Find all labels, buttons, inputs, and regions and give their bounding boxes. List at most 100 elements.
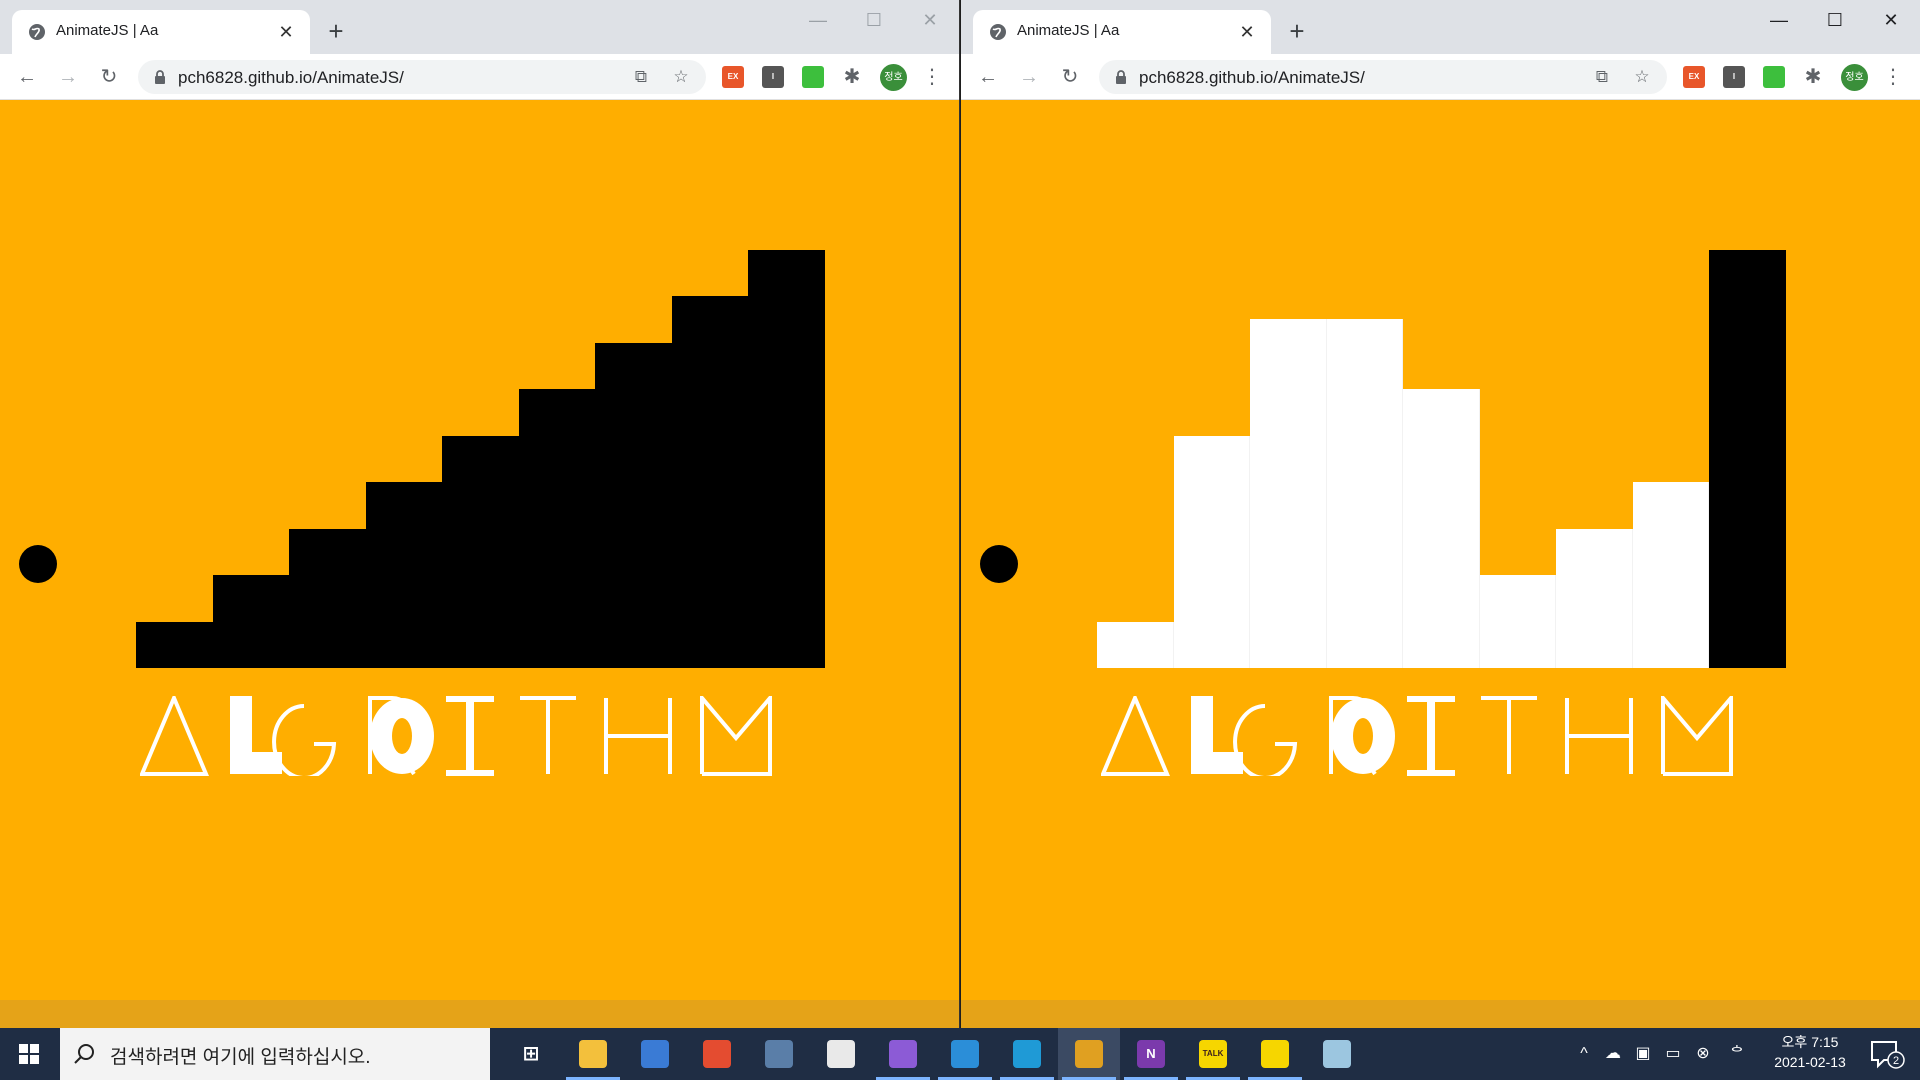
bar [1097,621,1174,668]
browser-toolbar: ← → ↻ pch6828.github.io/AnimateJS/ ⧉ ☆ E… [961,54,1920,100]
profile-avatar[interactable]: 정호 [1841,64,1868,91]
tab-title: AnimateJS | Aa [56,22,159,39]
bar [1709,249,1786,668]
new-tab-button[interactable]: + [1283,18,1311,46]
bar [748,249,825,668]
address-bar[interactable]: pch6828.github.io/AnimateJS/ ⧉ ☆ [138,60,706,94]
address-bar[interactable]: pch6828.github.io/AnimateJS/ ⧉ ☆ [1099,60,1667,94]
page-viewport [961,100,1920,1028]
bar [518,389,595,668]
ime-icon[interactable]: ᅌ [1724,1028,1750,1080]
onenote-icon: N [1137,1040,1165,1068]
new-tab-button[interactable]: + [322,18,350,46]
extension-ex-icon[interactable]: EX [1683,66,1705,88]
remote-desktop-icon [641,1040,669,1068]
kakaotalk-taskbar-button[interactable]: TALK [1182,1028,1244,1080]
tray-chevron-icon[interactable]: ^ [1572,1028,1596,1080]
remote-desktop-taskbar-button[interactable] [624,1028,686,1080]
translate-icon[interactable]: ⧉ [630,66,652,88]
forward-button[interactable]: → [1012,60,1046,94]
indicator-dot [19,545,57,583]
office-icon [827,1040,855,1068]
page-bottom-strip [961,1000,1920,1028]
visual-studio-taskbar-button[interactable] [872,1028,934,1080]
battery-icon[interactable]: ▭ [1660,1028,1686,1080]
bar [1173,435,1250,668]
minimize-button[interactable]: — [790,4,846,36]
bar [1403,389,1480,668]
snipping-tool-icon [1323,1040,1351,1068]
extension-ex-icon[interactable]: EX [722,66,744,88]
file-explorer-taskbar-button[interactable] [562,1028,624,1080]
translate-icon[interactable]: ⧉ [1591,66,1613,88]
windows-start-icon[interactable] [0,1028,58,1080]
bookmark-star-icon[interactable]: ☆ [670,66,692,88]
forward-button[interactable]: → [51,60,85,94]
chrome-icon [1075,1040,1103,1068]
volume-muted-icon[interactable]: ⊗ [1690,1028,1716,1080]
back-button[interactable]: ← [971,60,1005,94]
close-tab-icon[interactable]: ✕ [274,20,298,44]
algorithm-logo [1101,696,1733,776]
onenote-taskbar-button[interactable]: N [1120,1028,1182,1080]
browser-toolbar: ← → ↻ pch6828.github.io/AnimateJS/ ⧉ ☆ E… [0,54,959,100]
taskbar-clock[interactable]: 오후 7:15 2021-02-13 [1752,1032,1868,1076]
file-explorer-icon [579,1040,607,1068]
globe-icon [990,24,1006,40]
sticky-notes-taskbar-button[interactable] [1244,1028,1306,1080]
snipping-tool-taskbar-button[interactable] [1306,1028,1368,1080]
task-view-icon: ⊞ [522,1043,540,1065]
close-tab-icon[interactable]: ✕ [1235,20,1259,44]
extension-green-icon[interactable] [1763,66,1785,88]
edge-taskbar-button[interactable] [996,1028,1058,1080]
bookmark-star-icon[interactable]: ☆ [1631,66,1653,88]
sticky-notes-icon [1261,1040,1289,1068]
page-viewport [0,100,959,1028]
taskbar-search-box[interactable]: 검색하려면 여기에 입력하십시오. [60,1028,490,1080]
bar [595,342,672,668]
minimize-button[interactable]: — [1751,4,1807,36]
vscode-taskbar-button[interactable] [934,1028,996,1080]
browser-tab[interactable]: AnimateJS | Aa ✕ [973,10,1271,54]
browser-window-right: AnimateJS | Aa ✕ + — ☐ ✕ ← → ↻ pch6828.g… [961,0,1920,1028]
virtualbox-taskbar-button[interactable] [748,1028,810,1080]
visual-studio-icon [889,1040,917,1068]
chrome-taskbar-button[interactable] [1058,1028,1120,1080]
maximize-button[interactable]: ☐ [1807,4,1863,36]
extensions-puzzle-icon[interactable]: ✱ [835,60,869,94]
bar [1250,319,1327,668]
extensions-puzzle-icon[interactable]: ✱ [1796,60,1830,94]
url-text: pch6828.github.io/AnimateJS/ [178,68,404,87]
task-view-taskbar-button[interactable]: ⊞ [500,1028,562,1080]
onedrive-icon[interactable]: ☁ [1600,1028,1626,1080]
chrome-menu-icon[interactable]: ⋮ [1883,62,1903,92]
extension-green-icon[interactable] [802,66,824,88]
profile-avatar[interactable]: 정호 [880,64,907,91]
indicator-dot [980,545,1018,583]
bar [289,528,366,668]
reload-button[interactable]: ↻ [1053,60,1087,94]
extension-info-icon[interactable]: I [1723,66,1745,88]
search-placeholder: 검색하려면 여기에 입력하십시오. [110,1047,371,1068]
extension-info-icon[interactable]: I [762,66,784,88]
lock-icon [155,70,165,84]
browser-tab[interactable]: AnimateJS | Aa ✕ [12,10,310,54]
git-icon [703,1040,731,1068]
edge-icon [1013,1040,1041,1068]
close-window-button[interactable]: ✕ [902,4,958,36]
close-window-button[interactable]: ✕ [1863,4,1919,36]
bar [365,482,442,668]
notification-icon[interactable]: 2 [1866,1038,1906,1070]
bar [1326,319,1403,668]
office-taskbar-button[interactable] [810,1028,872,1080]
globe-icon [29,24,45,40]
maximize-button[interactable]: ☐ [846,4,902,36]
git-taskbar-button[interactable] [686,1028,748,1080]
chrome-menu-icon[interactable]: ⋮ [922,62,942,92]
network-icon[interactable]: ▣ [1630,1028,1656,1080]
windows-taskbar: 검색하려면 여기에 입력하십시오. ⊞ N TALK ^ ☁ ▣ ▭ ⊗ ᅌ 오후 … [0,1028,1920,1080]
clock-date: 2021-02-13 [1774,1054,1846,1070]
reload-button[interactable]: ↻ [92,60,126,94]
url-text: pch6828.github.io/AnimateJS/ [1139,68,1365,87]
back-button[interactable]: ← [10,60,44,94]
